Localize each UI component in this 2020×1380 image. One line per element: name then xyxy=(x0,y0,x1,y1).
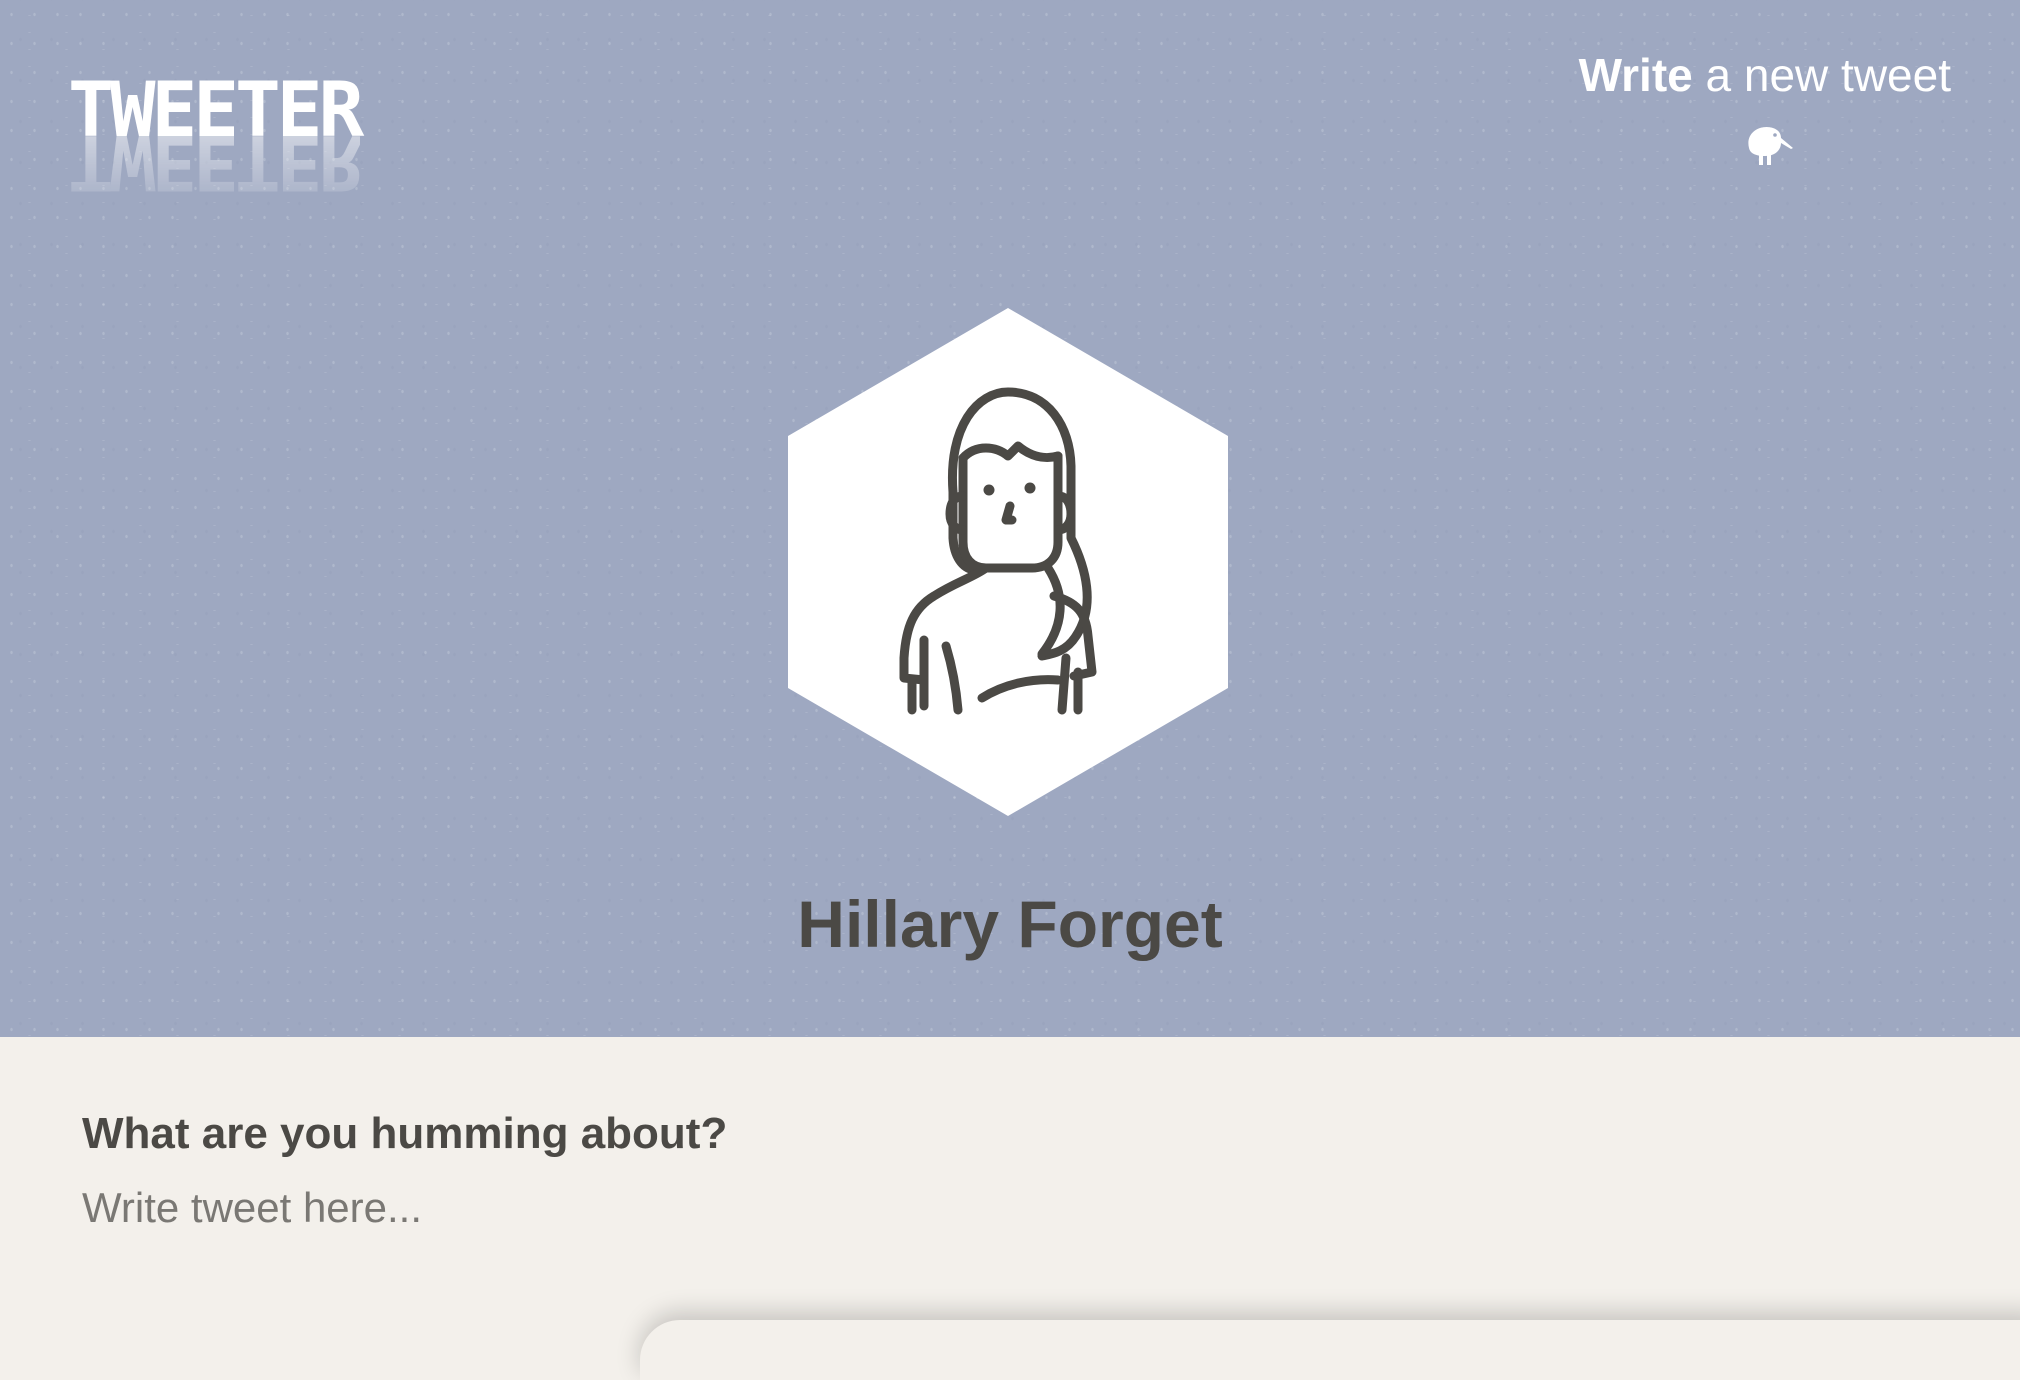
compose-prompt: What are you humming about? xyxy=(82,1109,728,1158)
write-new-tweet-label: Write a new tweet xyxy=(1579,48,1951,102)
kiwi-bird-icon[interactable] xyxy=(1735,118,1795,168)
compose-tweet-section: What are you humming about? xyxy=(0,1037,2020,1352)
avatar xyxy=(786,306,1230,818)
profile-name: Hillary Forget xyxy=(797,887,1223,961)
app-logo[interactable]: TWEETER TWEETER xyxy=(68,72,488,208)
woman-avatar-icon xyxy=(788,308,1228,816)
write-new-tweet-button[interactable]: Write a new tweet xyxy=(1579,48,1951,168)
tweet-input[interactable] xyxy=(82,1173,1882,1243)
write-bold-text: Write xyxy=(1578,49,1693,101)
logo-reflection: TWEETER xyxy=(68,118,361,207)
write-rest-text: a new tweet xyxy=(1692,49,1952,101)
tweet-list-card-edge xyxy=(640,1320,2020,1380)
profile-header: TWEETER TWEETER Write a new tweet Hillar… xyxy=(0,0,2020,1037)
